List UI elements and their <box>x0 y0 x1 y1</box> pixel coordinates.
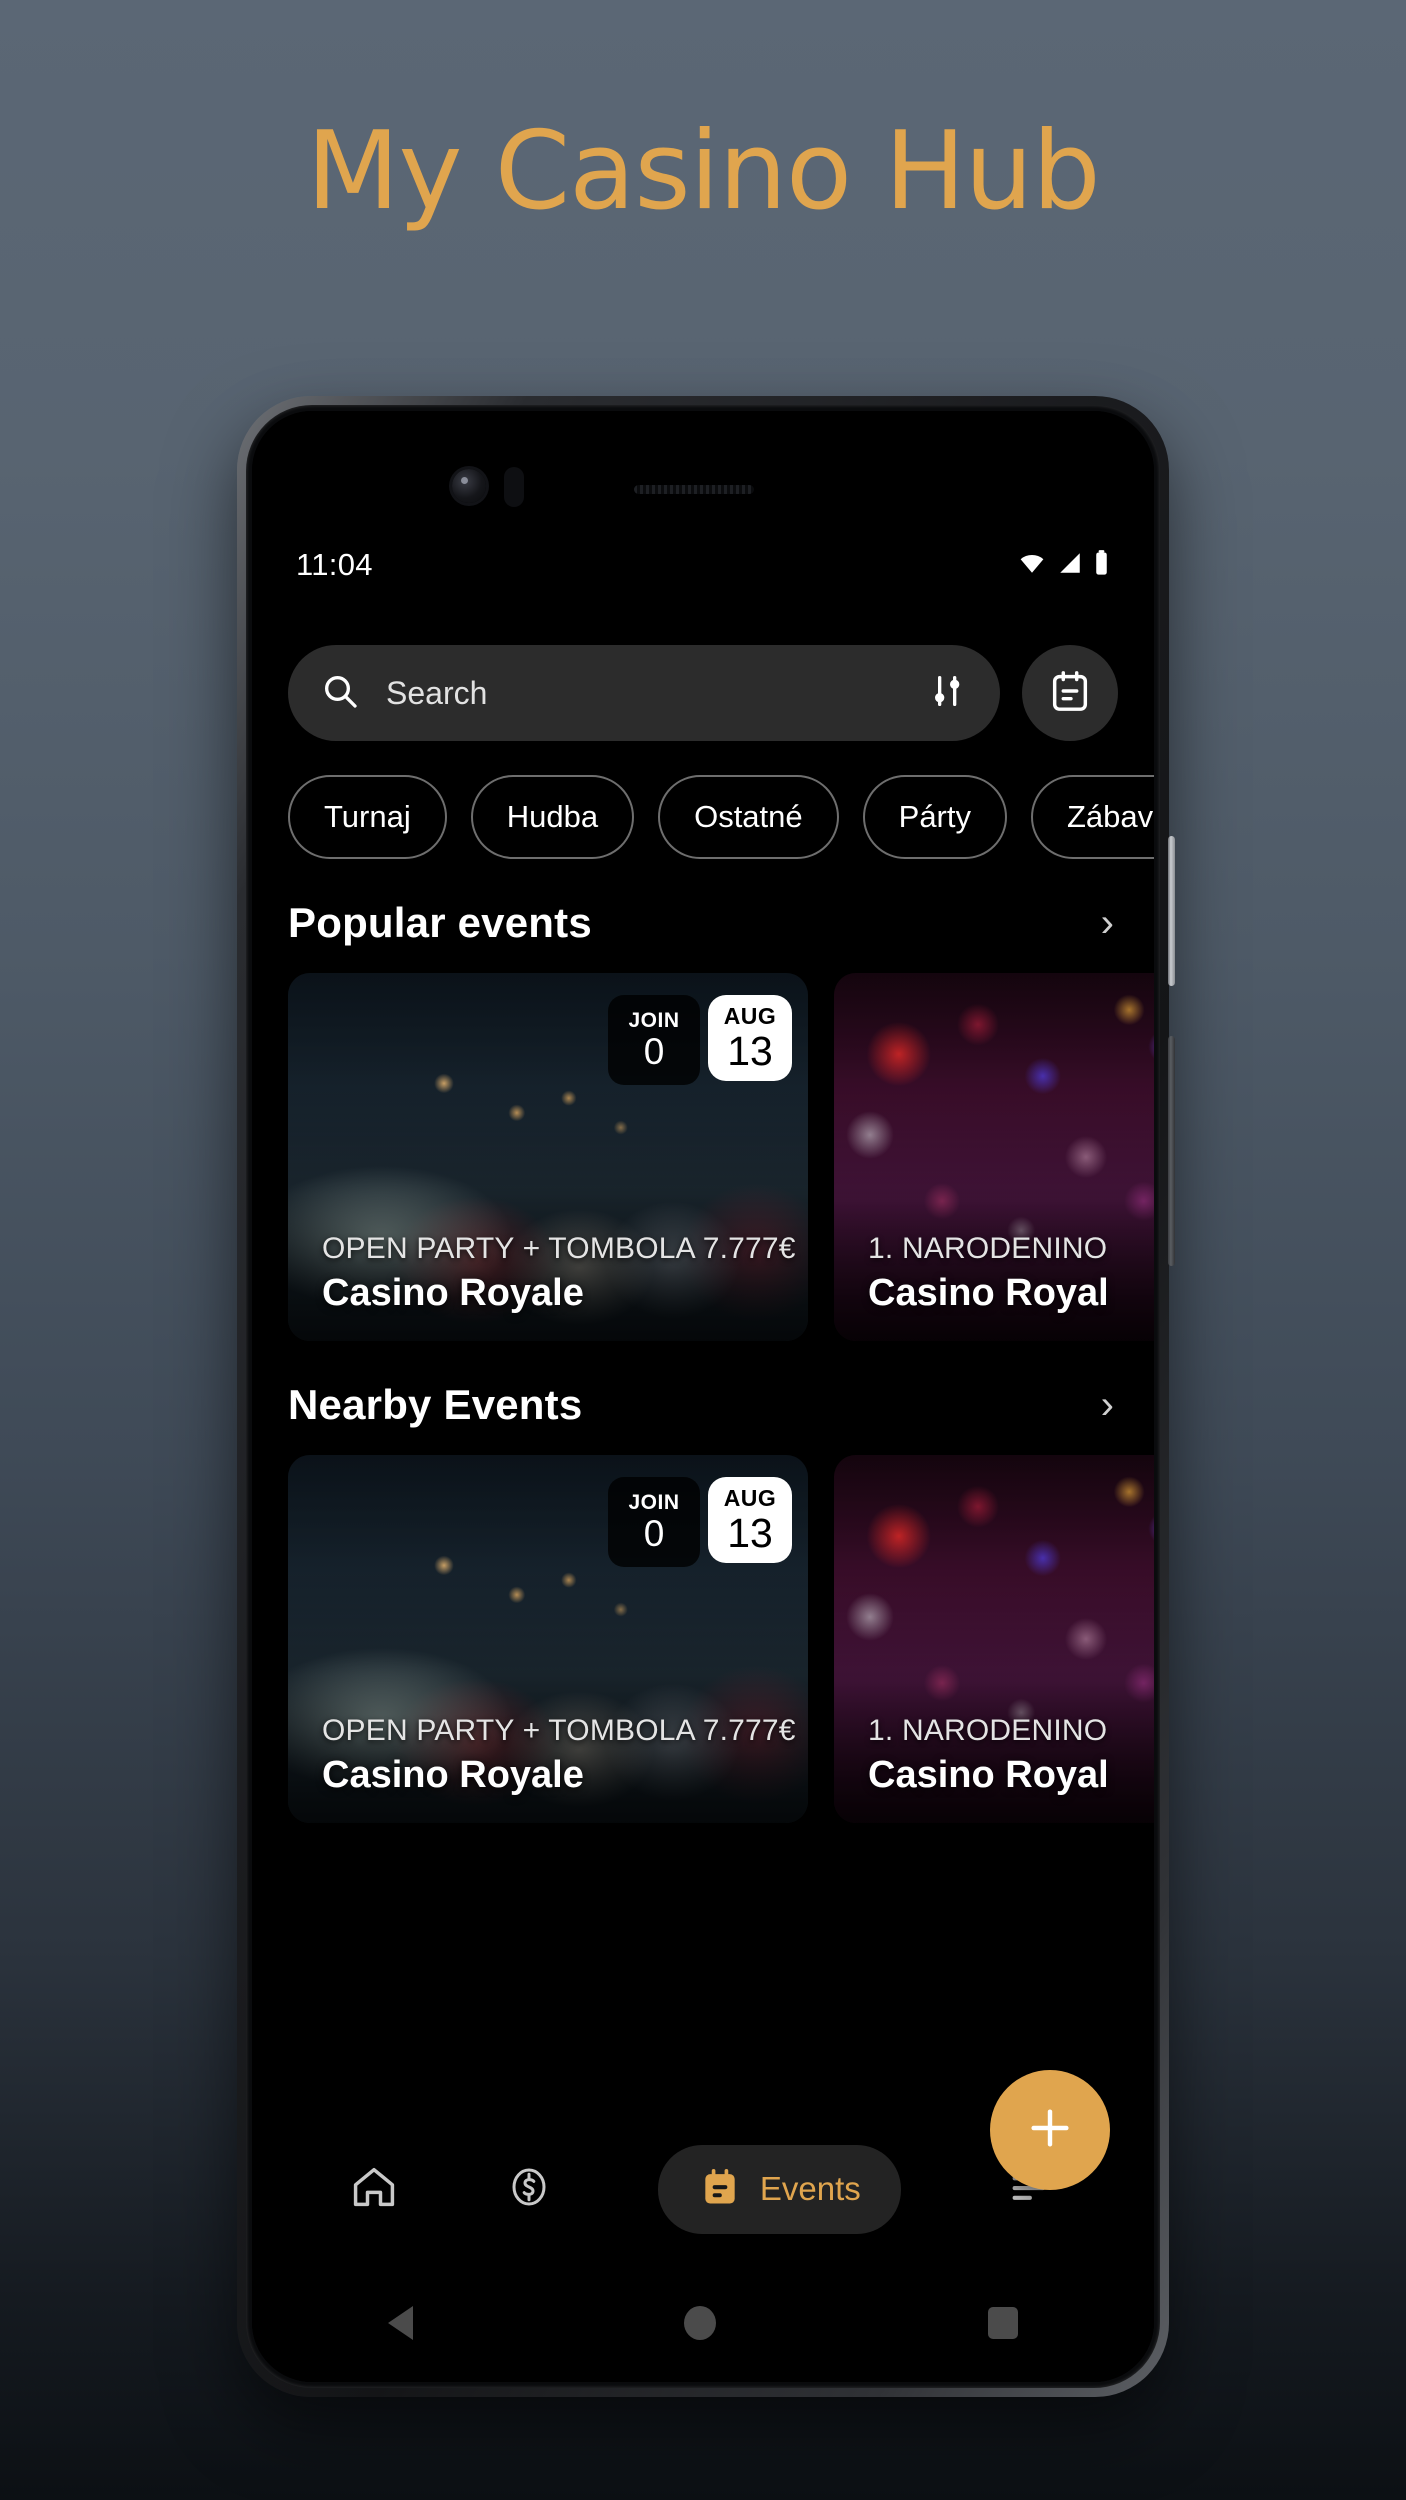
join-count: 0 <box>643 1030 665 1072</box>
date-day: 13 <box>727 1027 773 1074</box>
search-input[interactable]: Search <box>288 645 1000 741</box>
calendar-event-icon <box>1047 668 1093 719</box>
card-badges: JOIN 0 AUG 13 <box>608 995 792 1085</box>
chip-ostatne[interactable]: Ostatné <box>658 775 839 859</box>
event-card[interactable]: JOIN 0 AUG 13 OPEN PARTY + TOMBOLA 7.777… <box>288 973 808 1341</box>
section-header-nearby-events: Nearby Events › <box>252 1341 1154 1429</box>
card-list-nearby: JOIN 0 AUG 13 OPEN PARTY + TOMBOLA 7.777… <box>252 1429 1154 1823</box>
android-navigation-bar <box>252 2264 1154 2382</box>
event-title: Casino Royale <box>322 1272 584 1314</box>
event-subtitle: OPEN PARTY + TOMBOLA 7.777€ <box>322 1714 796 1747</box>
join-badge[interactable]: JOIN 0 <box>608 995 700 1085</box>
phone-screen: 11:04 Search Turnaj Hudba Ostatné Párty … <box>252 411 1154 2382</box>
wifi-icon <box>1017 550 1047 581</box>
status-time: 11:04 <box>296 547 373 582</box>
front-camera-icon <box>452 469 486 503</box>
card-badges: JOIN 0 AUG 13 <box>608 1477 792 1567</box>
section-title: Nearby Events <box>288 1381 583 1428</box>
event-card[interactable]: JOIN 0 AUG 13 OPEN PARTY + TOMBOLA 7.777… <box>288 1455 808 1823</box>
back-triangle-icon[interactable] <box>387 2306 413 2340</box>
date-day: 13 <box>727 1509 773 1556</box>
phone-mockup: 11:04 Search Turnaj Hudba Ostatné Párty … <box>237 396 1175 2397</box>
join-label: JOIN <box>628 1008 680 1032</box>
chip-party[interactable]: Párty <box>862 775 1007 859</box>
status-icons <box>1017 549 1110 582</box>
add-event-fab[interactable] <box>990 2070 1110 2190</box>
calendar-event-icon <box>698 2165 742 2214</box>
nav-item-events[interactable]: Events <box>657 2144 901 2234</box>
event-card[interactable]: 1. NARODENINO Casino Royal <box>834 973 1154 1341</box>
date-month: AUG <box>723 1002 777 1029</box>
home-circle-icon[interactable] <box>684 2306 717 2340</box>
event-title: Casino Royal <box>868 1754 1109 1796</box>
event-subtitle: OPEN PARTY + TOMBOLA 7.777€ <box>322 1232 796 1265</box>
section-title: Popular events <box>288 899 592 946</box>
date-badge: AUG 13 <box>708 995 792 1081</box>
power-button[interactable] <box>1168 1036 1175 1266</box>
chip-hudba[interactable]: Hudba <box>470 775 635 859</box>
event-title: Casino Royale <box>322 1754 584 1796</box>
volume-button[interactable] <box>1168 836 1175 986</box>
nav-item-home[interactable] <box>348 2161 400 2218</box>
card-list-popular: JOIN 0 AUG 13 OPEN PARTY + TOMBOLA 7.777… <box>252 947 1154 1341</box>
status-bar: 11:04 <box>252 529 1154 601</box>
join-label: JOIN <box>628 1490 680 1514</box>
battery-icon <box>1093 549 1110 582</box>
nav-item-events-label: Events <box>759 2170 861 2207</box>
cellular-signal-icon <box>1056 550 1084 581</box>
proximity-sensor-icon <box>504 467 524 507</box>
card-text: 1. NARODENINO Casino Royal <box>868 1232 1154 1315</box>
section-header-popular-events: Popular events › <box>252 859 1154 947</box>
date-month: AUG <box>723 1484 777 1511</box>
chip-zabava[interactable]: Zábava <box>1031 775 1154 859</box>
chevron-right-icon[interactable]: › <box>1101 1385 1114 1425</box>
home-icon <box>348 2161 400 2218</box>
nav-item-wallet[interactable] <box>505 2163 553 2216</box>
event-subtitle: 1. NARODENINO <box>868 1714 1108 1747</box>
app-content: Search Turnaj Hudba Ostatné Párty Zábav … <box>252 601 1154 2382</box>
join-badge[interactable]: JOIN 0 <box>608 1477 700 1567</box>
card-text: OPEN PARTY + TOMBOLA 7.777€ Casino Royal… <box>322 1232 798 1315</box>
sort-filter-icon[interactable] <box>928 671 968 716</box>
calendar-button[interactable] <box>1022 645 1118 741</box>
plus-icon <box>1022 2100 1078 2161</box>
category-chips[interactable]: Turnaj Hudba Ostatné Párty Zábava <box>252 741 1154 859</box>
event-card[interactable]: 1. NARODENINO Casino Royal <box>834 1455 1154 1823</box>
search-placeholder: Search <box>386 674 488 711</box>
search-row: Search <box>252 601 1154 741</box>
date-badge: AUG 13 <box>708 1477 792 1563</box>
card-text: OPEN PARTY + TOMBOLA 7.777€ Casino Royal… <box>322 1714 798 1797</box>
chip-turnaj[interactable]: Turnaj <box>288 775 447 859</box>
card-text: 1. NARODENINO Casino Royal <box>868 1714 1154 1797</box>
join-count: 0 <box>643 1512 665 1554</box>
dollar-coin-icon <box>505 2163 553 2216</box>
earpiece-speaker <box>634 485 754 494</box>
page-title: My Casino Hub <box>306 109 1100 234</box>
search-icon <box>320 671 360 716</box>
event-subtitle: 1. NARODENINO <box>868 1232 1108 1265</box>
chevron-right-icon[interactable]: › <box>1101 903 1114 943</box>
phone-inner-frame: 11:04 Search Turnaj Hudba Ostatné Párty … <box>246 405 1160 2388</box>
phone-top-bezel <box>252 411 1154 531</box>
recents-square-icon[interactable] <box>988 2307 1019 2339</box>
event-title: Casino Royal <box>868 1272 1109 1314</box>
